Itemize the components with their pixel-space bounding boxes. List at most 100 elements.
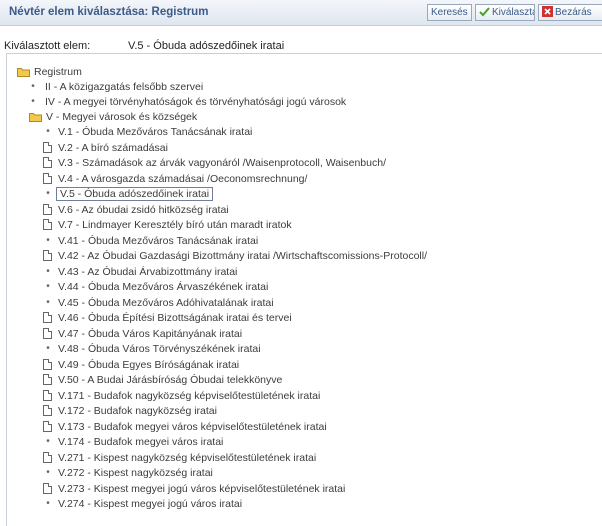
tree-item-label: V.274 - Kispest megyei jogú város iratai bbox=[58, 498, 243, 510]
selected-element-label: Kiválasztott elem: bbox=[4, 40, 91, 52]
document-icon bbox=[43, 482, 52, 494]
expand-bullet-icon[interactable]: • bbox=[44, 499, 52, 509]
tree-item-label: V.1 - Óbuda Mezőváros Tanácsának iratai bbox=[58, 126, 253, 138]
tree-item[interactable]: V.6 - Az óbudai zsidó hitközség iratai bbox=[43, 203, 231, 217]
document-icon bbox=[43, 219, 52, 230]
tree-item[interactable]: • V.48 - Óbuda Város Törvényszékének irat… bbox=[43, 342, 263, 356]
tree-item-label: V.47 - Óbuda Város Kapitányának iratai bbox=[58, 327, 243, 340]
expand-bullet-icon[interactable]: • bbox=[44, 344, 52, 354]
tree-node-label: II - A közigazgatás felsőbb szervei bbox=[45, 81, 204, 93]
close-button-label: Bezárás bbox=[555, 7, 592, 18]
tree-item[interactable]: • V.45 - Óbuda Mezőváros Adóhivatalának i… bbox=[43, 296, 276, 310]
expand-bullet-icon[interactable]: • bbox=[44, 282, 52, 292]
tree-item-label: V.273 - Kispest megyei jogú város képvis… bbox=[58, 482, 346, 495]
dialog-titlebar: Névtér elem kiválasztása: Registrum Kere… bbox=[0, 0, 602, 26]
tree-item-label: V.41 - Óbuda Mezőváros Tanácsának iratai bbox=[58, 234, 259, 247]
selected-element-row: Kiválasztott elem: V.5 - Óbuda adószedőin… bbox=[4, 40, 284, 52]
tree-item-label: V.4 - A városgazda számadásai /Oeconomsr… bbox=[58, 172, 308, 185]
document-icon bbox=[43, 420, 52, 432]
tree-item[interactable]: V.49 - Óbuda Egyes Bíróságának iratai bbox=[43, 358, 241, 372]
expand-bullet-icon[interactable]: • bbox=[44, 189, 52, 199]
tree-item[interactable]: V.2 - A bíró számadásai bbox=[43, 141, 170, 155]
tree-item-label: V.50 - A Budai Járásbíróság Óbudai telek… bbox=[58, 374, 283, 386]
tree-node-level1[interactable]: • II - A közigazgatás felsőbb szervei bbox=[29, 80, 205, 94]
tree-item[interactable]: • V.43 - Az Óbudai Árvabizottmány iratai bbox=[43, 265, 239, 279]
tree-item-label: V.46 - Óbuda Építési Bizottságának irata… bbox=[58, 312, 292, 324]
expand-bullet-icon[interactable]: • bbox=[29, 97, 37, 107]
tree-item[interactable]: V.7 - Lindmayer Keresztély bíró után mar… bbox=[43, 218, 294, 232]
folder-open-icon bbox=[29, 113, 42, 122]
tree-item-label: V.172 - Budafok nagyközség iratai bbox=[58, 405, 217, 417]
tree-item[interactable]: V.42 - Az Óbudai Gazdasági Bizottmány ir… bbox=[43, 249, 429, 263]
document-icon bbox=[43, 405, 52, 416]
tree-item[interactable]: V.173 - Budafok megyei város képviselőte… bbox=[43, 420, 329, 434]
tree-node-level1-expanded[interactable]: V - Megyei városok és községek bbox=[29, 110, 199, 124]
document-icon bbox=[43, 250, 52, 261]
search-button[interactable]: Keresés bbox=[427, 4, 472, 21]
tree-item-label: V.45 - Óbuda Mezőváros Adóhivatalának ir… bbox=[58, 296, 274, 309]
expand-bullet-icon[interactable]: • bbox=[44, 127, 52, 137]
tree-item-label: V.48 - Óbuda Város Törvényszékének irata… bbox=[58, 343, 261, 355]
document-icon bbox=[43, 157, 52, 168]
tree-node-level1[interactable]: • IV - A megyei törvényhatóságok és törv… bbox=[29, 95, 348, 109]
document-icon bbox=[43, 172, 52, 184]
document-icon bbox=[43, 451, 52, 463]
tree-node-label: IV - A megyei törvényhatóságok és törvén… bbox=[45, 96, 347, 108]
document-icon bbox=[43, 141, 52, 153]
select-button-label: Kiválasztás bbox=[492, 7, 534, 18]
expand-bullet-icon[interactable]: • bbox=[44, 235, 52, 245]
tree-item-label: V.272 - Kispest nagyközség iratai bbox=[58, 467, 213, 479]
select-button[interactable]: Kiválasztás bbox=[475, 4, 535, 21]
tree-item[interactable]: V.171 - Budafok nagyközség képviselőtest… bbox=[43, 389, 322, 403]
close-icon bbox=[542, 6, 553, 17]
tree-item-label: V.271 - Kispest nagyközség képviselőtest… bbox=[58, 451, 317, 464]
document-icon bbox=[43, 312, 52, 323]
folder-icon bbox=[17, 68, 30, 77]
tree-item-label: V.174 - Budafok megyei város iratai bbox=[58, 436, 224, 448]
tree-item[interactable]: • V.272 - Kispest nagyközség iratai bbox=[43, 466, 215, 480]
document-icon bbox=[43, 389, 52, 401]
tree-item[interactable]: V.3 - Számadások az árvák vagyonáról /Wa… bbox=[43, 156, 388, 170]
document-icon bbox=[43, 327, 52, 339]
selected-element-value: V.5 - Óbuda adószedőinek iratai bbox=[128, 40, 285, 52]
tree-item-label: V.42 - Az Óbudai Gazdasági Bizottmány ir… bbox=[58, 250, 428, 262]
tree-item[interactable]: V.46 - Óbuda Építési Bizottságának irata… bbox=[43, 311, 294, 325]
expand-bullet-icon[interactable]: • bbox=[44, 297, 52, 307]
tree-item[interactable]: • V.174 - Budafok megyei város iratai bbox=[43, 435, 225, 449]
expand-bullet-icon[interactable]: • bbox=[44, 468, 52, 478]
tree-item[interactable]: • V.41 - Óbuda Mezőváros Tanácsának irata… bbox=[43, 234, 260, 248]
tree-item[interactable]: V.172 - Budafok nagyközség iratai bbox=[43, 404, 219, 418]
tree-item-label: V.171 - Budafok nagyközség képviselőtest… bbox=[58, 389, 321, 402]
tree-item[interactable]: • V.44 - Óbuda Mezőváros Árvaszékének ira… bbox=[43, 280, 270, 294]
tree-item-label: V.7 - Lindmayer Keresztély bíró után mar… bbox=[58, 219, 292, 231]
tree-item-label: V.3 - Számadások az árvák vagyonáról /Wa… bbox=[58, 157, 386, 169]
tree-item-label: V.5 - Óbuda adószedőinek iratai bbox=[56, 187, 214, 201]
tree-item-label: V.2 - A bíró számadásai bbox=[58, 141, 168, 154]
expand-bullet-icon[interactable]: • bbox=[44, 437, 52, 447]
tree-item[interactable]: V.50 - A Budai Járásbíróság Óbudai telek… bbox=[43, 373, 284, 387]
expand-bullet-icon[interactable]: • bbox=[29, 82, 37, 92]
tree-panel[interactable]: Registrum • II - A közigazgatás felsőbb … bbox=[6, 53, 602, 526]
tree-item[interactable]: V.271 - Kispest nagyközség képviselőtest… bbox=[43, 451, 318, 465]
tree-item[interactable]: V.47 - Óbuda Város Kapitányának iratai bbox=[43, 327, 244, 341]
tree-item-selected[interactable]: • V.5 - Óbuda adószedőinek iratai bbox=[43, 187, 214, 201]
dialog-title: Névtér elem kiválasztása: Registrum bbox=[9, 6, 209, 18]
tree-item[interactable]: V.273 - Kispest megyei jogú város képvis… bbox=[43, 482, 347, 496]
tree-item-label: V.49 - Óbuda Egyes Bíróságának iratai bbox=[58, 358, 240, 371]
tree-item-label: V.6 - Az óbudai zsidó hitközség iratai bbox=[58, 203, 229, 216]
tree-node-label: V - Megyei városok és községek bbox=[46, 111, 198, 123]
tree-item[interactable]: • V.274 - Kispest megyei jogú város irata… bbox=[43, 497, 244, 511]
search-button-label: Keresés bbox=[431, 7, 468, 18]
tree-item[interactable]: • V.1 - Óbuda Mezőváros Tanácsának iratai bbox=[43, 125, 254, 139]
expand-bullet-icon[interactable]: • bbox=[44, 266, 52, 276]
tree-root[interactable]: Registrum bbox=[17, 65, 84, 79]
close-button[interactable]: Bezárás bbox=[538, 4, 602, 21]
tree-item[interactable]: V.4 - A városgazda számadásai /Oeconomsr… bbox=[43, 172, 309, 186]
tree-item-label: V.44 - Óbuda Mezőváros Árvaszékének irat… bbox=[58, 281, 269, 293]
document-icon bbox=[43, 374, 52, 385]
tree-item-label: V.173 - Budafok megyei város képviselőte… bbox=[58, 420, 327, 433]
document-icon bbox=[43, 203, 52, 215]
tree-item-label: V.43 - Az Óbudai Árvabizottmány iratai bbox=[58, 265, 238, 278]
document-icon bbox=[43, 358, 52, 370]
tree-root-label: Registrum bbox=[34, 66, 82, 78]
